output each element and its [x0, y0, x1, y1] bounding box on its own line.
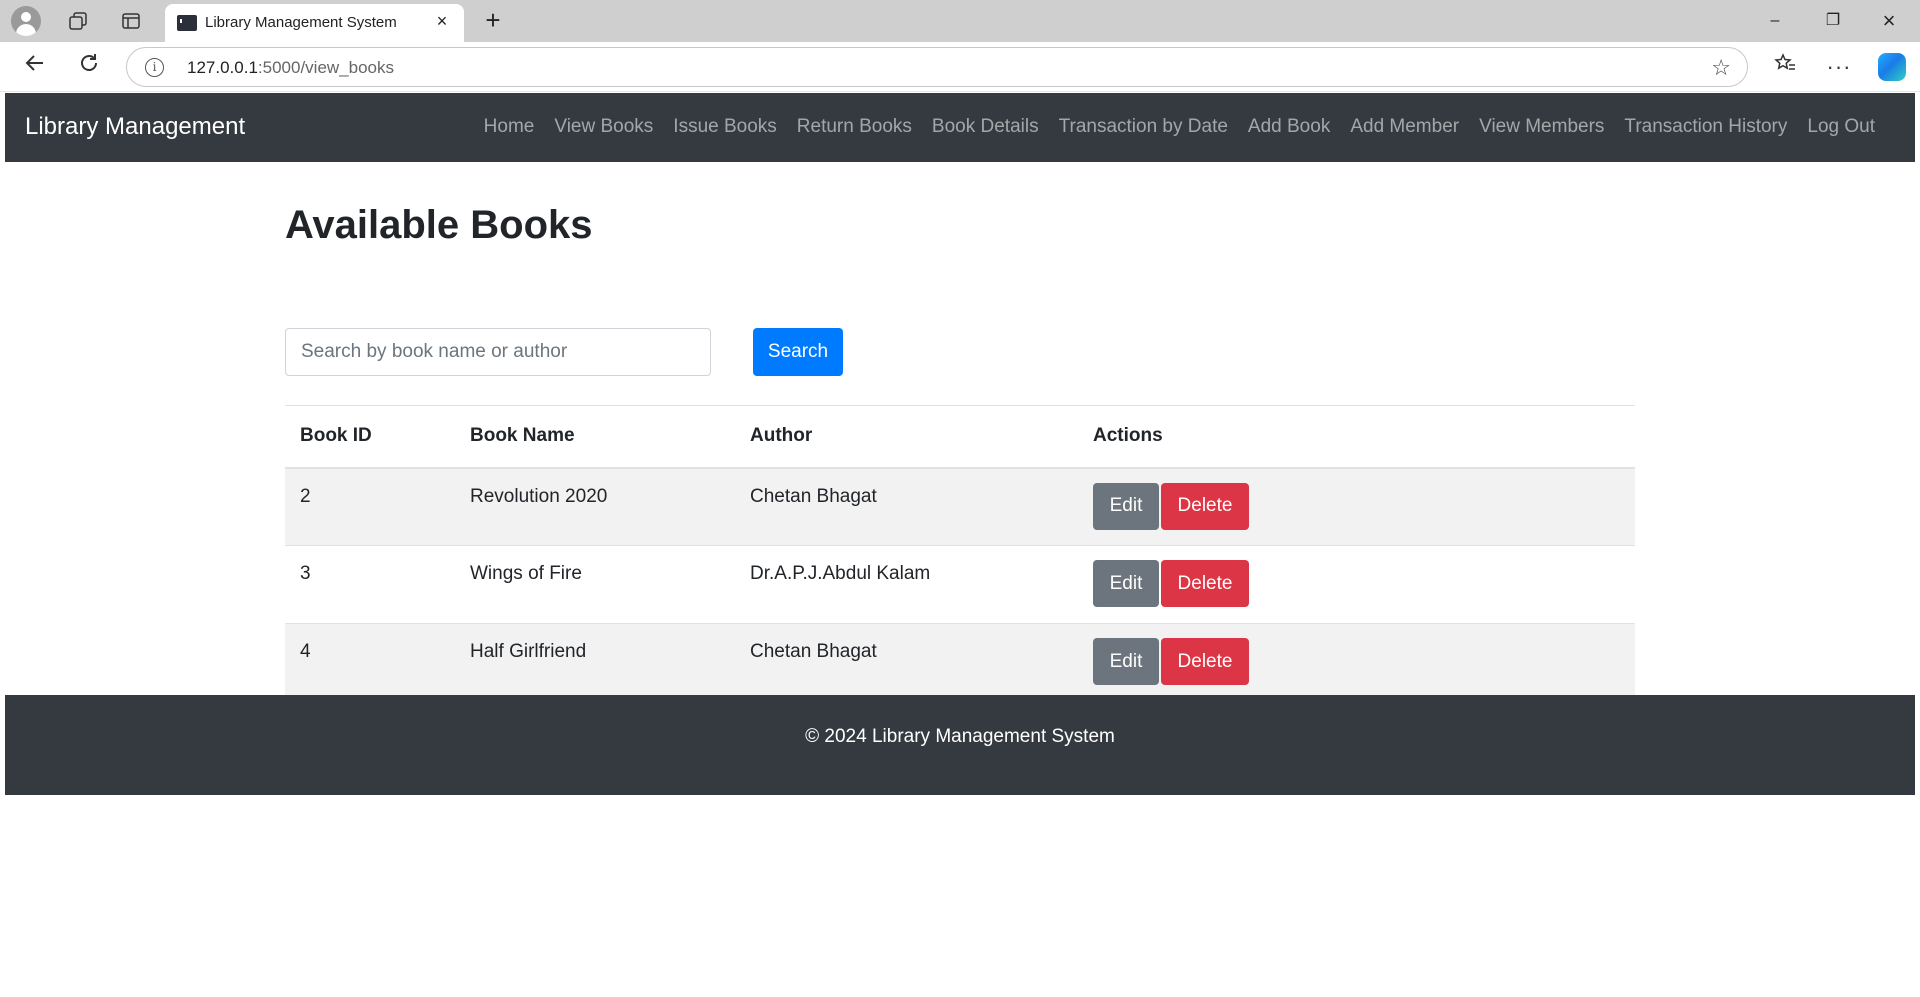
cell-book-id: 4 [285, 623, 455, 702]
terminal-favicon-icon [177, 15, 197, 31]
column-header-actions: Actions [1078, 405, 1635, 469]
back-icon[interactable] [20, 52, 50, 82]
search-button[interactable]: Search [753, 328, 843, 376]
page-title: Available Books [285, 203, 593, 247]
cell-book-name: Half Girlfriend [455, 623, 735, 702]
browser-tab-strip: Library Management System × + – ❐ × [0, 0, 1920, 42]
profile-icon[interactable] [11, 6, 41, 36]
web-page: Library Management Home View Books Issue… [5, 93, 1915, 997]
delete-button[interactable]: Delete [1161, 560, 1249, 607]
footer-copyright: © 2024 Library Management System [805, 726, 1115, 747]
favorites-icon[interactable] [1770, 52, 1800, 82]
nav-link-book-details[interactable]: Book Details [922, 116, 1049, 138]
navbar-brand[interactable]: Library Management [25, 113, 245, 141]
info-icon[interactable]: i [145, 58, 164, 77]
cell-actions: Edit Delete [1078, 467, 1635, 546]
search-input[interactable] [285, 328, 711, 376]
favorite-star-icon[interactable]: ☆ [1711, 55, 1731, 81]
nav-link-issue-books[interactable]: Issue Books [663, 116, 787, 138]
books-table: Book ID Book Name Author Actions 2 Revol… [285, 405, 1635, 702]
tab-title: Library Management System [205, 14, 397, 31]
window-maximize-button[interactable]: ❐ [1810, 4, 1856, 38]
edit-button[interactable]: Edit [1093, 560, 1159, 607]
nav-link-add-member[interactable]: Add Member [1340, 116, 1469, 138]
column-header-book-id: Book ID [285, 405, 455, 469]
nav-link-view-members[interactable]: View Members [1469, 116, 1614, 138]
delete-button[interactable]: Delete [1161, 638, 1249, 685]
url-path: :5000/view_books [257, 58, 394, 77]
table-row: 3 Wings of Fire Dr.A.P.J.Abdul Kalam Edi… [285, 545, 1635, 624]
cell-book-id: 3 [285, 545, 455, 624]
more-icon[interactable]: ··· [1824, 52, 1854, 82]
nav-link-log-out[interactable]: Log Out [1797, 116, 1885, 138]
nav-link-return-books[interactable]: Return Books [787, 116, 922, 138]
cell-actions: Edit Delete [1078, 545, 1635, 624]
new-tab-button[interactable]: + [478, 6, 508, 36]
reload-icon[interactable] [74, 52, 104, 82]
cell-author: Chetan Bhagat [735, 467, 1078, 546]
browser-toolbar: i 127.0.0.1:5000/view_books ☆ ··· [0, 42, 1920, 92]
nav-link-transaction-history[interactable]: Transaction History [1614, 116, 1797, 138]
nav-link-transaction-by-date[interactable]: Transaction by Date [1049, 116, 1238, 138]
column-header-book-name: Book Name [455, 405, 735, 469]
workspaces-icon[interactable] [63, 6, 93, 36]
window-minimize-button[interactable]: – [1752, 4, 1798, 38]
cell-book-id: 2 [285, 467, 455, 546]
tabs-icon[interactable] [116, 6, 146, 36]
cell-book-name: Wings of Fire [455, 545, 735, 624]
table-header-row: Book ID Book Name Author Actions [285, 405, 1635, 469]
nav-links: Home View Books Issue Books Return Books… [474, 116, 1885, 138]
delete-button[interactable]: Delete [1161, 482, 1249, 530]
column-header-author: Author [735, 405, 1078, 469]
cell-author: Chetan Bhagat [735, 623, 1078, 702]
nav-link-add-book[interactable]: Add Book [1238, 116, 1340, 138]
copilot-icon[interactable] [1877, 52, 1907, 82]
browser-tab[interactable]: Library Management System × [165, 4, 464, 42]
table-row: 2 Revolution 2020 Chetan Bhagat Edit Dele… [285, 467, 1635, 546]
cell-book-name: Revolution 2020 [455, 467, 735, 546]
window-close-button[interactable]: × [1866, 4, 1912, 38]
tab-close-icon[interactable]: × [432, 11, 452, 31]
cell-actions: Edit Delete [1078, 623, 1635, 702]
edit-button[interactable]: Edit [1093, 638, 1159, 685]
footer: © 2024 Library Management System [5, 695, 1915, 795]
address-bar[interactable]: i 127.0.0.1:5000/view_books ☆ [126, 47, 1748, 87]
table-row: 4 Half Girlfriend Chetan Bhagat Edit Dele… [285, 623, 1635, 702]
url-host: 127.0.0.1 [187, 58, 258, 77]
nav-link-view-books[interactable]: View Books [544, 116, 663, 138]
nav-link-home[interactable]: Home [474, 116, 545, 138]
cell-author: Dr.A.P.J.Abdul Kalam [735, 545, 1078, 624]
edit-button[interactable]: Edit [1093, 482, 1159, 530]
navbar: Library Management Home View Books Issue… [5, 93, 1915, 162]
url-text: 127.0.0.1:5000/view_books [187, 58, 394, 78]
